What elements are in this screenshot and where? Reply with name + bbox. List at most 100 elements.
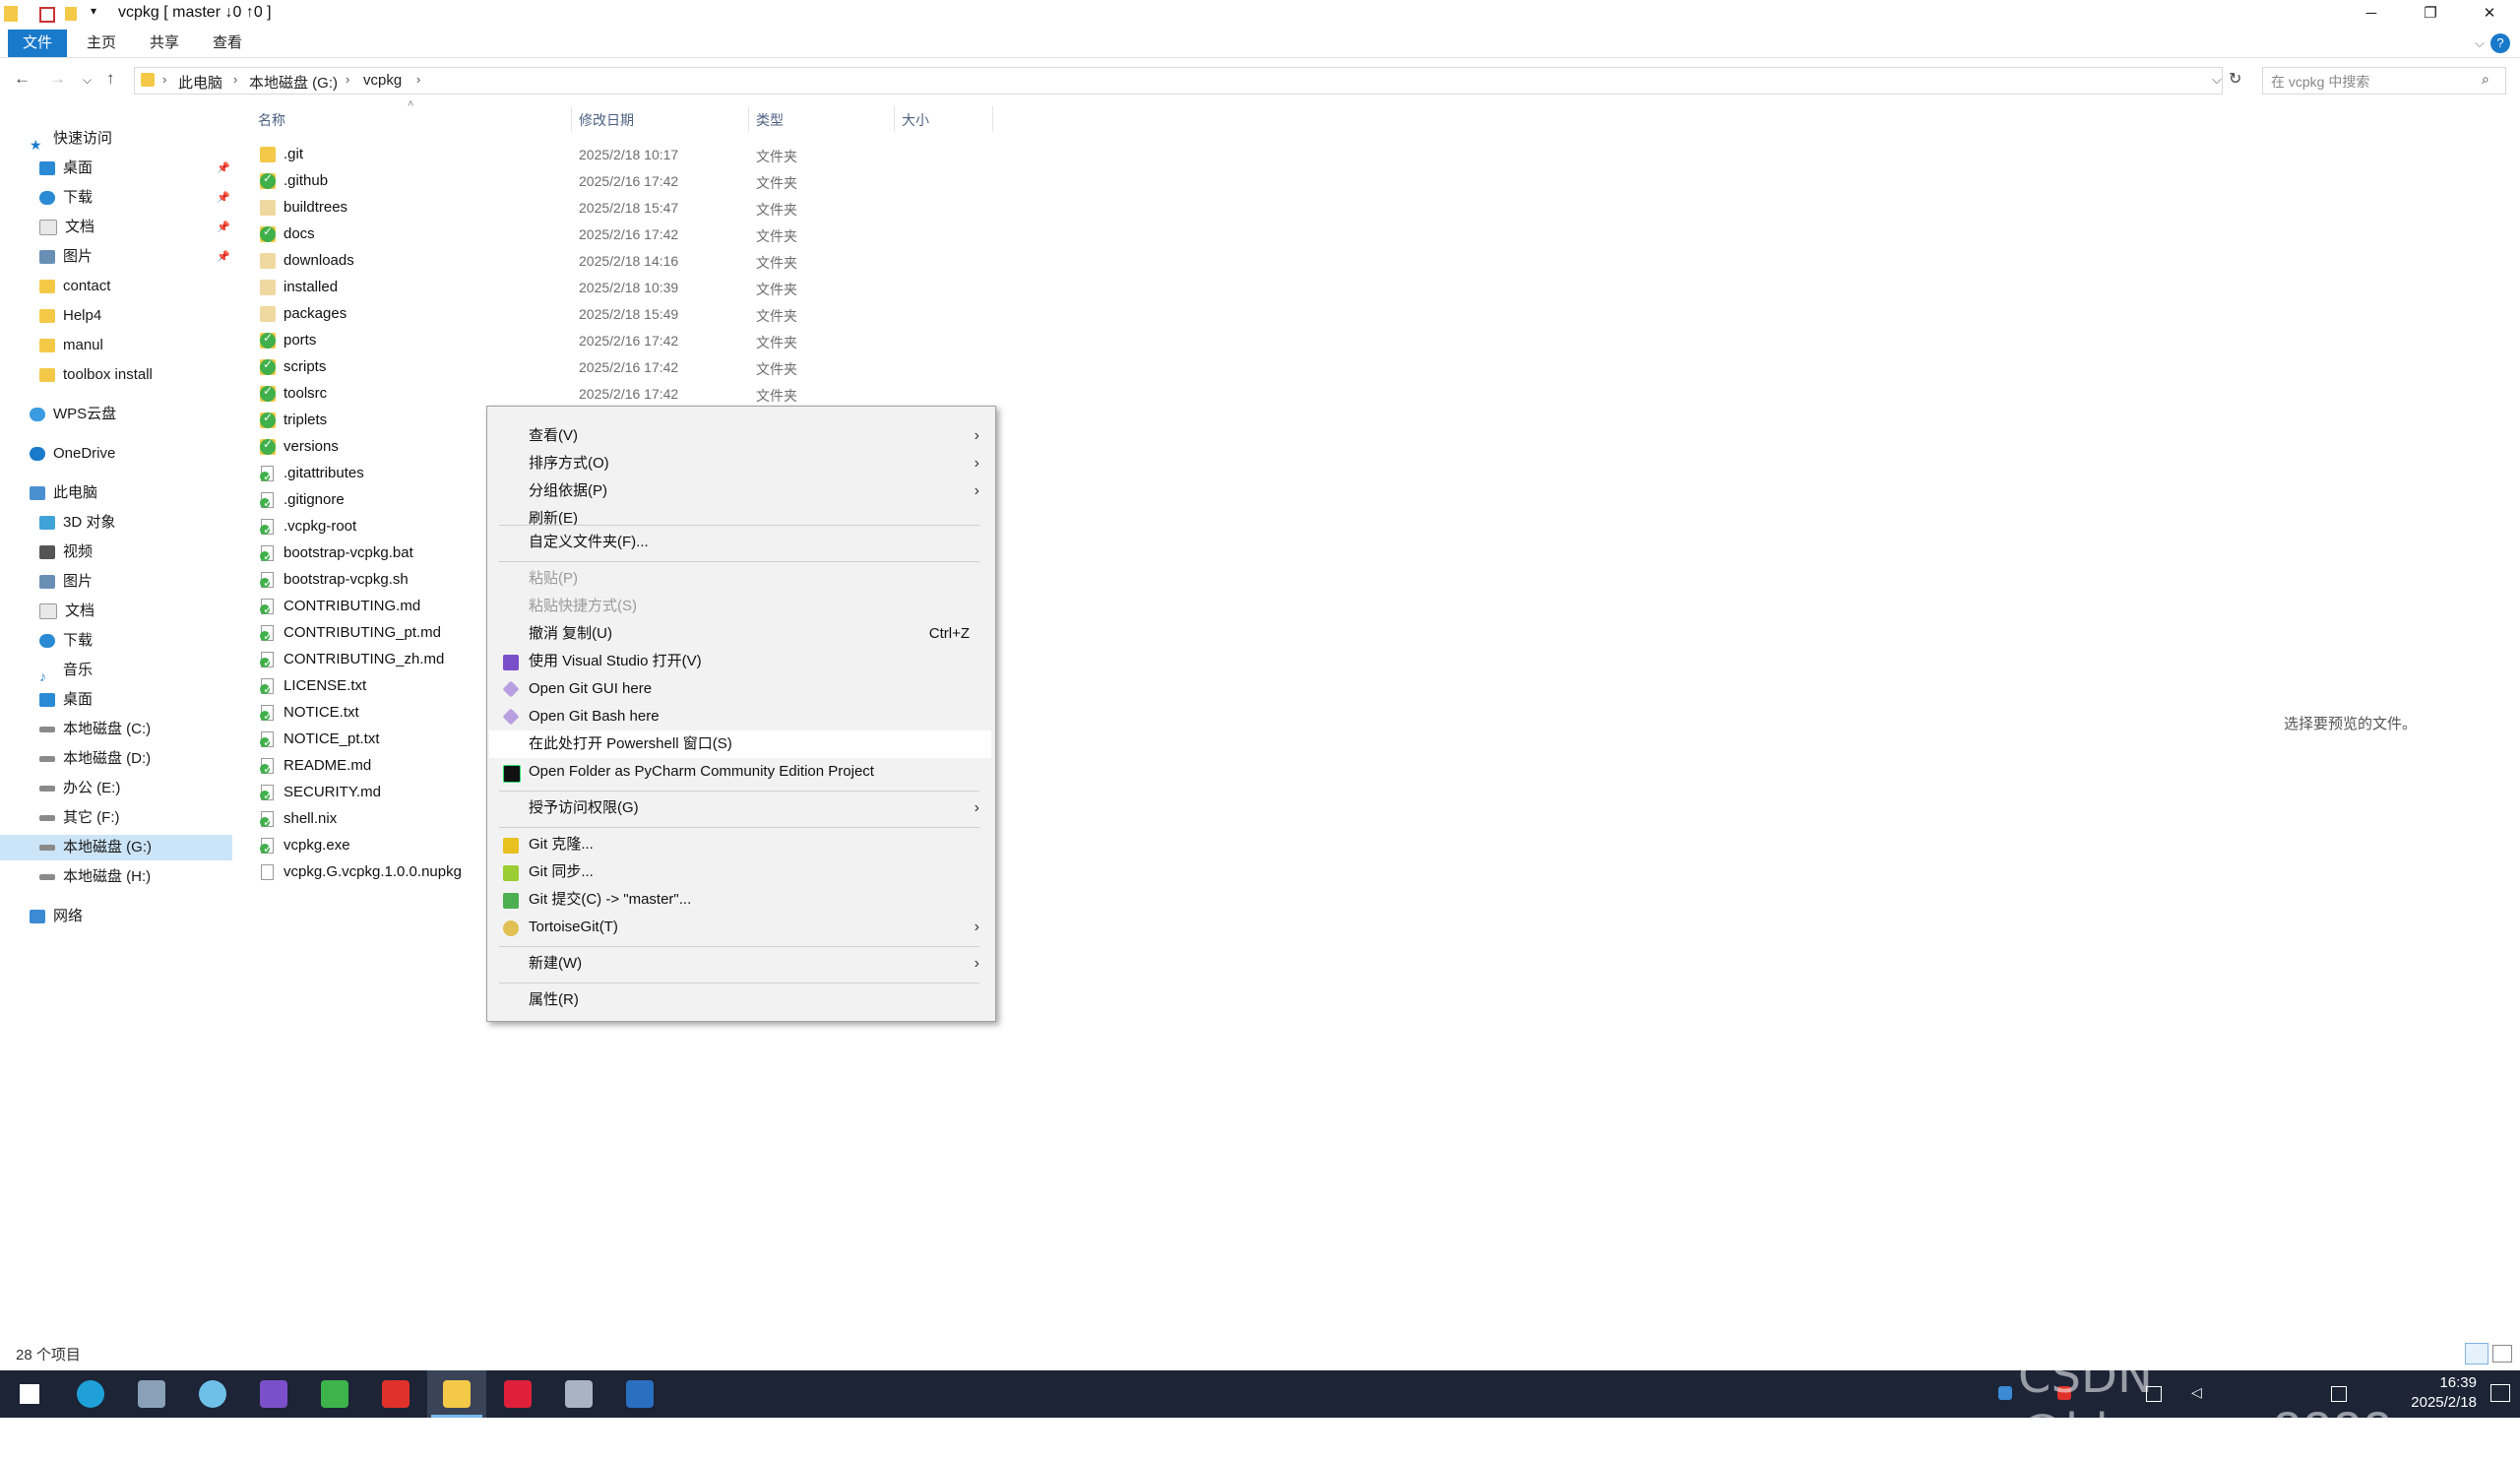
pin-icon[interactable]: 📌 [217, 161, 230, 174]
menu-view[interactable]: 查看(V) › [489, 422, 991, 450]
column-name[interactable]: 名称 [258, 110, 285, 130]
properties-icon[interactable] [39, 7, 55, 23]
nav-drive-g[interactable]: 本地磁盘 (G:) [0, 835, 232, 860]
taskbar-visual-studio[interactable] [244, 1370, 303, 1418]
back-icon[interactable]: ← [14, 69, 31, 89]
up-icon[interactable]: ↑ [106, 69, 115, 89]
taskbar-app-a[interactable] [183, 1370, 242, 1418]
taskbar-calculator[interactable] [122, 1370, 181, 1418]
menu-git-commit[interactable]: Git 提交(C) -> "master"... [489, 886, 991, 914]
menu-sort[interactable]: 排序方式(O) › [489, 450, 991, 477]
tab-home[interactable]: 主页 [77, 30, 126, 57]
taskbar-file-explorer[interactable] [427, 1370, 486, 1418]
pin-icon[interactable]: 📌 [217, 221, 230, 233]
table-row[interactable]: scripts 2025/2/16 17:42 文件夹 [252, 354, 1000, 380]
close-button[interactable]: ✕ [2461, 0, 2518, 28]
nav-quick-pictures[interactable]: 图片 [39, 244, 93, 270]
nav-pc-desktop[interactable]: 桌面 [39, 687, 93, 713]
menu-open-powershell[interactable]: 在此处打开 Powershell 窗口(S) [489, 730, 991, 758]
nav-drive-e[interactable]: 办公 (E:) [39, 776, 120, 801]
menu-open-visual-studio[interactable]: 使用 Visual Studio 打开(V) [489, 648, 991, 675]
table-row[interactable]: ports 2025/2/16 17:42 文件夹 [252, 328, 1000, 353]
nav-quick-help4[interactable]: Help4 [39, 303, 101, 329]
nav-network[interactable]: 网络 [30, 904, 83, 929]
address-dropdown-icon[interactable]: ⌵ [2212, 72, 2222, 88]
nav-quick-documents[interactable]: 文档 [39, 215, 94, 240]
tab-share[interactable]: 共享 [140, 30, 189, 57]
recent-locations-icon[interactable]: ⌵ [83, 73, 92, 88]
new-folder-icon[interactable] [65, 7, 77, 21]
column-divider[interactable] [748, 106, 749, 132]
column-size[interactable]: 大小 [902, 110, 929, 130]
nav-quick-toolbox[interactable]: toolbox install [39, 362, 153, 388]
menu-tortoisegit[interactable]: TortoiseGit(T) › [489, 914, 991, 941]
taskbar-wps[interactable] [366, 1370, 425, 1418]
taskbar-edge[interactable] [61, 1370, 120, 1418]
menu-git-gui[interactable]: Open Git GUI here [489, 675, 991, 703]
nav-quick-manul[interactable]: manul [39, 333, 103, 358]
tab-view[interactable]: 查看 [203, 30, 252, 57]
nav-pc-documents[interactable]: 文档 [39, 599, 94, 624]
table-row[interactable]: installed 2025/2/18 10:39 文件夹 [252, 275, 1000, 300]
search-input[interactable]: 在 vcpkg 中搜索 ⌕ [2262, 67, 2506, 95]
address-bar[interactable]: › 此电脑 › 本地磁盘 (G:) › vcpkg › ⌵ [134, 67, 2223, 95]
minimize-button[interactable]: ─ [2343, 0, 2400, 28]
menu-customize-folder[interactable]: 自定义文件夹(F)... [489, 529, 991, 556]
nav-drive-c[interactable]: 本地磁盘 (C:) [39, 717, 151, 742]
breadcrumb-this-pc[interactable]: 此电脑 [178, 72, 222, 93]
nav-pc-music[interactable]: ♪ 音乐 [39, 658, 93, 684]
menu-new[interactable]: 新建(W) › [489, 950, 991, 978]
nav-quick-downloads[interactable]: 下载 [39, 185, 93, 211]
nav-pc-videos[interactable]: 视频 [39, 539, 93, 565]
nav-wps-cloud[interactable]: WPS云盘 [30, 402, 116, 427]
table-row[interactable]: buildtrees 2025/2/18 15:47 文件夹 [252, 195, 1000, 221]
menu-git-bash[interactable]: Open Git Bash here [489, 703, 991, 730]
column-divider[interactable] [571, 106, 572, 132]
menu-git-clone[interactable]: Git 克隆... [489, 831, 991, 858]
table-row[interactable]: .github 2025/2/16 17:42 文件夹 [252, 168, 1000, 194]
nav-drive-d[interactable]: 本地磁盘 (D:) [39, 746, 151, 772]
nav-quick-access[interactable]: ★ 快速访问 [30, 126, 112, 153]
menu-group[interactable]: 分组依据(P) › [489, 477, 991, 505]
table-row[interactable]: packages 2025/2/18 15:49 文件夹 [252, 301, 1000, 327]
table-row[interactable]: toolsrc 2025/2/16 17:42 文件夹 [252, 381, 1000, 407]
column-divider[interactable] [894, 106, 895, 132]
nav-pc-downloads[interactable]: 下载 [39, 628, 93, 654]
nav-quick-desktop[interactable]: 桌面 [39, 156, 93, 181]
menu-git-sync[interactable]: Git 同步... [489, 858, 991, 886]
help-icon[interactable]: ? [2490, 33, 2510, 53]
table-row[interactable]: docs 2025/2/16 17:42 文件夹 [252, 222, 1000, 247]
tab-file[interactable]: 文件 [8, 30, 67, 57]
breadcrumb-vcpkg[interactable]: vcpkg [363, 72, 402, 89]
nav-drive-h[interactable]: 本地磁盘 (H:) [39, 864, 151, 890]
table-row[interactable]: .git 2025/2/18 10:17 文件夹 [252, 142, 1000, 167]
nav-pc-3d[interactable]: 3D 对象 [39, 510, 115, 536]
menu-open-pycharm[interactable]: Open Folder as PyCharm Community Edition… [489, 758, 991, 786]
nav-quick-contact[interactable]: contact [39, 274, 110, 299]
pin-icon[interactable]: 📌 [217, 250, 230, 263]
column-type[interactable]: 类型 [756, 110, 784, 130]
column-divider[interactable] [992, 106, 993, 132]
forward-icon[interactable]: → [49, 69, 66, 89]
quick-access-dropdown-icon[interactable]: ▾ [91, 4, 110, 24]
tray-shield-icon[interactable] [1998, 1386, 2012, 1400]
menu-properties[interactable]: 属性(R) [489, 986, 991, 1014]
search-icon[interactable]: ⌕ [2482, 71, 2489, 88]
taskbar-app-b[interactable] [549, 1370, 608, 1418]
nav-this-pc[interactable]: 此电脑 [30, 480, 97, 506]
taskbar-qt-creator[interactable] [305, 1370, 364, 1418]
taskbar-youdao[interactable] [488, 1370, 547, 1418]
taskbar-powershell[interactable] [610, 1370, 669, 1418]
breadcrumb-drive-g[interactable]: 本地磁盘 (G:) [249, 72, 338, 93]
nav-onedrive[interactable]: OneDrive [30, 441, 115, 467]
menu-undo-copy[interactable]: 撤消 复制(U) Ctrl+Z [489, 620, 991, 648]
nav-drive-f[interactable]: 其它 (F:) [39, 805, 120, 831]
pin-icon[interactable]: 📌 [217, 191, 230, 204]
refresh-icon[interactable]: ↻ [2229, 69, 2241, 89]
menu-grant-access[interactable]: 授予访问权限(G) › [489, 794, 991, 822]
table-row[interactable]: downloads 2025/2/18 14:16 文件夹 [252, 248, 1000, 274]
column-date[interactable]: 修改日期 [579, 110, 634, 130]
nav-pc-pictures[interactable]: 图片 [39, 569, 93, 595]
maximize-button[interactable]: ❐ [2402, 0, 2459, 28]
start-button[interactable] [0, 1370, 59, 1418]
